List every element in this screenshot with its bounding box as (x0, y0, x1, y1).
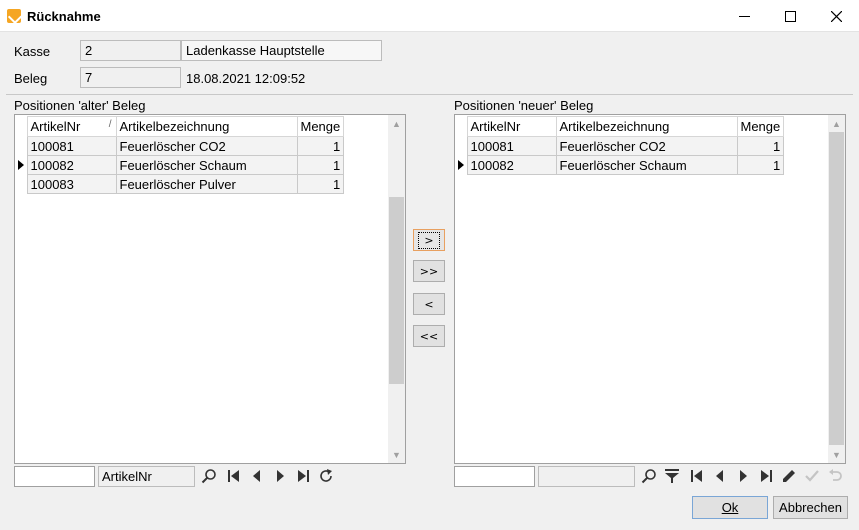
next-record-icon[interactable] (732, 465, 754, 487)
last-record-icon[interactable] (292, 465, 314, 487)
maximize-icon (784, 10, 796, 22)
beleg-datetime: 18.08.2021 12:09:52 (186, 71, 306, 86)
column-header-artikelnr[interactable]: ArtikelNr (466, 116, 557, 137)
current-row-indicator (15, 155, 27, 175)
first-record-icon[interactable] (223, 465, 245, 487)
kasse-label: Kasse (14, 44, 51, 59)
column-header-artikelbezeichnung[interactable]: Artikelbezeichnung (115, 116, 298, 137)
new-receipt-grid[interactable]: ArtikelNr Artikelbezeichnung Menge 10008… (454, 114, 846, 464)
new-search-input[interactable] (454, 466, 535, 487)
column-header-artikelbezeichnung[interactable]: Artikelbezeichnung (555, 116, 738, 137)
cancel-button[interactable]: Abbrechen (773, 496, 848, 519)
next-record-icon[interactable] (269, 465, 291, 487)
search-icon[interactable] (638, 465, 660, 487)
old-sort-field[interactable]: ArtikelNr (98, 466, 195, 487)
column-header-menge[interactable]: Menge (736, 116, 785, 137)
minimize-button[interactable] (721, 0, 767, 32)
back-one-button[interactable]: < (413, 293, 445, 315)
scroll-up-icon[interactable]: ▲ (388, 115, 405, 132)
search-icon[interactable] (198, 465, 220, 487)
cancel-undo-icon (824, 465, 846, 487)
app-icon (7, 9, 21, 23)
move-all-button[interactable]: >> (413, 260, 445, 282)
maximize-button[interactable] (767, 0, 813, 32)
scroll-thumb[interactable] (389, 197, 404, 384)
kasse-number-field[interactable]: 2 (80, 40, 181, 61)
close-button[interactable] (813, 0, 859, 32)
table-row[interactable]: 100081 Feuerlöscher CO2 1 (455, 136, 785, 156)
new-sort-field[interactable] (538, 466, 635, 487)
table-row[interactable]: 100082 Feuerlöscher Schaum 1 (455, 155, 785, 175)
minimize-icon (738, 15, 750, 17)
prior-record-icon[interactable] (246, 465, 268, 487)
refresh-icon[interactable] (315, 465, 337, 487)
old-receipt-table: ArtikelNr / Artikelbezeichnung Menge 100… (15, 116, 345, 194)
title-bar: Rücknahme (0, 0, 859, 32)
scroll-down-icon[interactable]: ▼ (828, 446, 845, 463)
table-row[interactable]: 100081 Feuerlöscher CO2 1 (15, 136, 345, 156)
post-check-icon (801, 465, 823, 487)
old-receipt-title: Positionen 'alter' Beleg (14, 98, 146, 113)
column-header-menge[interactable]: Menge (296, 116, 345, 137)
beleg-label: Beleg (14, 71, 48, 86)
move-one-button[interactable]: > (413, 229, 445, 251)
edit-icon[interactable] (778, 465, 800, 487)
window-title: Rücknahme (27, 9, 101, 24)
scroll-down-icon[interactable]: ▼ (388, 446, 405, 463)
ok-button[interactable]: Ok (692, 496, 768, 519)
prior-record-icon[interactable] (709, 465, 731, 487)
new-receipt-table: ArtikelNr Artikelbezeichnung Menge 10008… (455, 116, 785, 175)
beleg-number-field[interactable]: 7 (80, 67, 181, 88)
new-receipt-title: Positionen 'neuer' Beleg (454, 98, 594, 113)
old-grid-scrollbar[interactable]: ▲ ▼ (388, 115, 405, 463)
filter-icon[interactable] (661, 465, 683, 487)
old-receipt-grid[interactable]: ArtikelNr / Artikelbezeichnung Menge 100… (14, 114, 406, 464)
scroll-thumb[interactable] (829, 132, 844, 445)
last-record-icon[interactable] (755, 465, 777, 487)
kasse-name-field[interactable]: Ladenkasse Hauptstelle (181, 40, 382, 61)
close-icon (830, 10, 842, 22)
sort-indicator-icon: / (108, 119, 112, 130)
column-header-artikelnr[interactable]: ArtikelNr / (26, 116, 117, 137)
scroll-up-icon[interactable]: ▲ (828, 115, 845, 132)
back-all-button[interactable]: << (413, 325, 445, 347)
table-row[interactable]: 100083 Feuerlöscher Pulver 1 (15, 174, 345, 194)
old-search-input[interactable] (14, 466, 95, 487)
new-grid-scrollbar[interactable]: ▲ ▼ (828, 115, 845, 463)
table-row[interactable]: 100082 Feuerlöscher Schaum 1 (15, 155, 345, 175)
first-record-icon[interactable] (686, 465, 708, 487)
current-row-indicator (455, 155, 467, 175)
